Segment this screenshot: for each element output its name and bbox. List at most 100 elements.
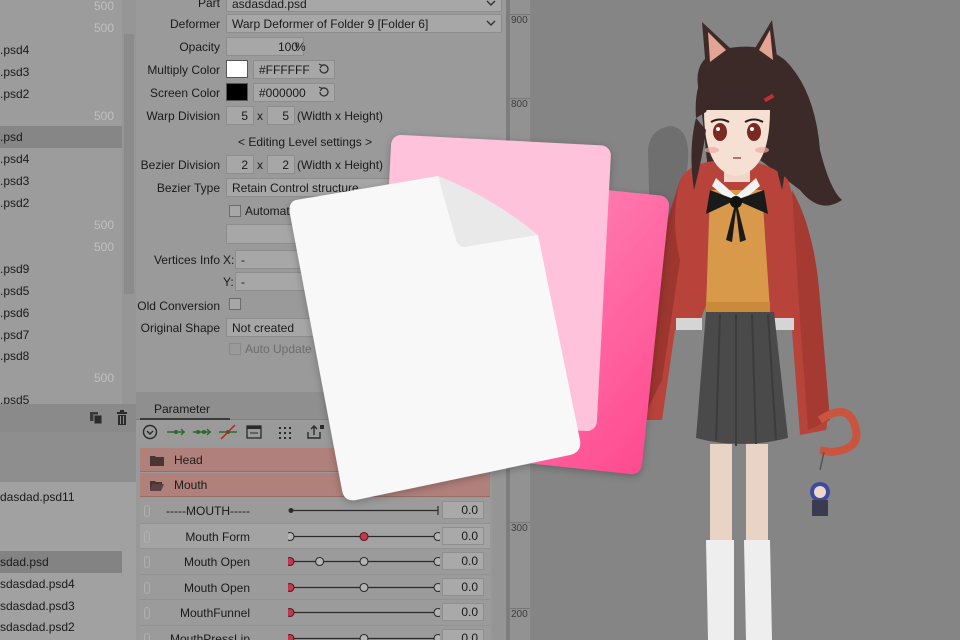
deformer-list-item[interactable]: sdad.psd	[0, 551, 122, 574]
parameter-slider[interactable]	[288, 498, 440, 523]
part-list-item[interactable]: .psd8	[0, 345, 122, 367]
export-icon[interactable]	[306, 424, 324, 440]
parameter-row[interactable]: MouthPressLip 0.0	[140, 625, 490, 640]
deformer-list-item[interactable]	[0, 529, 122, 551]
part-list-item[interactable]: .psd4	[0, 148, 122, 170]
tab-parameter[interactable]: Parameter	[140, 400, 230, 420]
bezier-width-input[interactable]: 2	[226, 155, 254, 174]
unlink-param-icon[interactable]	[218, 424, 238, 440]
parameter-row[interactable]: MouthFunnel 0.0	[140, 600, 490, 626]
slider-keyform-point[interactable]	[359, 582, 369, 592]
part-list-scrollbar[interactable]	[122, 0, 136, 404]
part-list-item[interactable]: .psd7	[0, 324, 122, 346]
editing-level-link[interactable]: < Editing Level settings >	[238, 135, 372, 149]
part-list-item[interactable]: .psd5	[0, 280, 122, 302]
automatic-checkbox[interactable]	[229, 205, 241, 217]
dotted-grid-icon[interactable]	[278, 424, 292, 440]
part-list-item[interactable]: .psd4	[0, 39, 122, 61]
reset-icon[interactable]	[317, 85, 331, 99]
lock-icon[interactable]	[144, 607, 150, 619]
part-list-item[interactable]: .psd2	[0, 192, 122, 214]
lock-icon[interactable]	[144, 581, 150, 594]
deformer-list-item[interactable]: sdasdad.psd3	[0, 595, 122, 617]
parameter-slider[interactable]	[288, 575, 440, 600]
part-list-item[interactable]: .psd2	[0, 83, 122, 105]
reset-icon[interactable]	[317, 62, 331, 76]
screen-color-input[interactable]: #000000	[253, 83, 335, 102]
parameter-group[interactable]: Mouth	[140, 473, 490, 497]
param-window-icon[interactable]	[246, 424, 262, 440]
part-list-item[interactable]: 500	[0, 105, 122, 127]
slider-keyform-point[interactable]	[359, 633, 369, 640]
slider-handle[interactable]	[288, 508, 294, 513]
slider-keyform-point[interactable]	[288, 633, 295, 640]
slider-keyform-point[interactable]	[433, 531, 440, 541]
part-list-item[interactable]: .psd9	[0, 258, 122, 280]
trash-icon[interactable]	[114, 410, 130, 426]
parameter-row[interactable]: Mouth Form 0.0	[140, 523, 490, 549]
lock-icon[interactable]	[144, 556, 150, 568]
bezier-type-select[interactable]: Retain Control structure	[226, 178, 406, 197]
parameter-row[interactable]: -----MOUTH----- 0.0	[140, 498, 490, 524]
part-list-item[interactable]: 500	[0, 17, 122, 39]
vertex-x-input[interactable]: -	[235, 250, 405, 269]
opacity-input[interactable]: 100	[226, 37, 304, 56]
deformer-list-item[interactable]: sdasdad.psd2	[0, 616, 122, 638]
warp-height-input[interactable]: 5	[267, 106, 295, 125]
deformer-list-item[interactable]: dasdad.psd11	[0, 486, 122, 508]
circle-chevron-icon[interactable]	[142, 424, 158, 440]
parameter-slider[interactable]	[288, 549, 440, 574]
vertex-y-input[interactable]: -	[235, 272, 405, 291]
slider-keyform-point[interactable]	[288, 607, 295, 618]
link-param-plus-icon[interactable]	[192, 424, 212, 440]
slider-keyform-point[interactable]	[288, 556, 295, 567]
bezier-height-input[interactable]: 2	[267, 155, 295, 174]
part-list-item[interactable]: .psd3	[0, 61, 122, 83]
deformer-list-item[interactable]: sdasdad.psd4	[0, 573, 122, 595]
old-conversion-checkbox[interactable]	[229, 298, 241, 310]
parameter-row[interactable]: Mouth Open 0.0	[140, 549, 490, 575]
parameter-slider[interactable]	[288, 600, 440, 625]
slider-keyform-point[interactable]	[433, 582, 440, 592]
slider-keyform-point[interactable]	[359, 531, 369, 541]
parameter-value-input[interactable]: 0.0	[442, 501, 484, 519]
part-list-item[interactable]: 500	[0, 214, 122, 236]
slider-keyform-point[interactable]	[433, 633, 440, 640]
part-list-item[interactable]: .psd6	[0, 302, 122, 324]
deformer-select[interactable]: Warp Deformer of Folder 9 [Folder 6]	[226, 14, 502, 33]
deformer-list-item[interactable]	[0, 508, 122, 530]
slider-keyform-point[interactable]	[433, 556, 440, 567]
auto-update-checkbox[interactable]	[229, 343, 241, 355]
lock-icon[interactable]	[144, 505, 150, 517]
link-param-icon[interactable]	[166, 424, 186, 440]
part-list-item[interactable]: .psd3	[0, 170, 122, 192]
parameter-value-input[interactable]: 0.0	[442, 628, 484, 640]
lock-icon[interactable]	[144, 632, 150, 640]
parameter-group[interactable]: Head	[140, 448, 490, 472]
warp-width-input[interactable]: 5	[226, 106, 254, 125]
parameter-slider[interactable]	[288, 524, 440, 549]
parameter-slider[interactable]	[288, 626, 440, 640]
part-list-item[interactable]: 500	[0, 0, 122, 17]
part-list-item[interactable]: .psd	[0, 126, 122, 149]
model-viewport[interactable]	[530, 0, 960, 640]
part-list-item[interactable]: 500	[0, 367, 122, 389]
parameter-value-input[interactable]: 0.0	[442, 603, 484, 621]
parameter-scrollbar[interactable]	[492, 444, 506, 640]
slider-keyform-point[interactable]	[315, 556, 325, 567]
part-list-item[interactable]: 500	[0, 236, 122, 258]
parameter-value-input[interactable]: 0.0	[442, 577, 484, 596]
slider-keyform-point[interactable]	[288, 582, 295, 592]
multiply-color-swatch[interactable]	[226, 60, 248, 78]
slider-keyform-point[interactable]	[359, 556, 369, 567]
part-select[interactable]: asdasdad.psd	[226, 0, 502, 12]
parameter-value-input[interactable]: 0.0	[442, 552, 484, 570]
scrollbar-thumb[interactable]	[124, 34, 134, 294]
automatic-field[interactable]	[226, 224, 406, 244]
lock-icon[interactable]	[144, 530, 150, 543]
parameter-value-input[interactable]: 0.0	[442, 526, 484, 545]
screen-color-swatch[interactable]	[226, 83, 248, 101]
parameter-row[interactable]: Mouth Open 0.0	[140, 574, 490, 600]
copy-icon[interactable]	[88, 410, 104, 426]
slider-keyform-point[interactable]	[433, 607, 440, 618]
